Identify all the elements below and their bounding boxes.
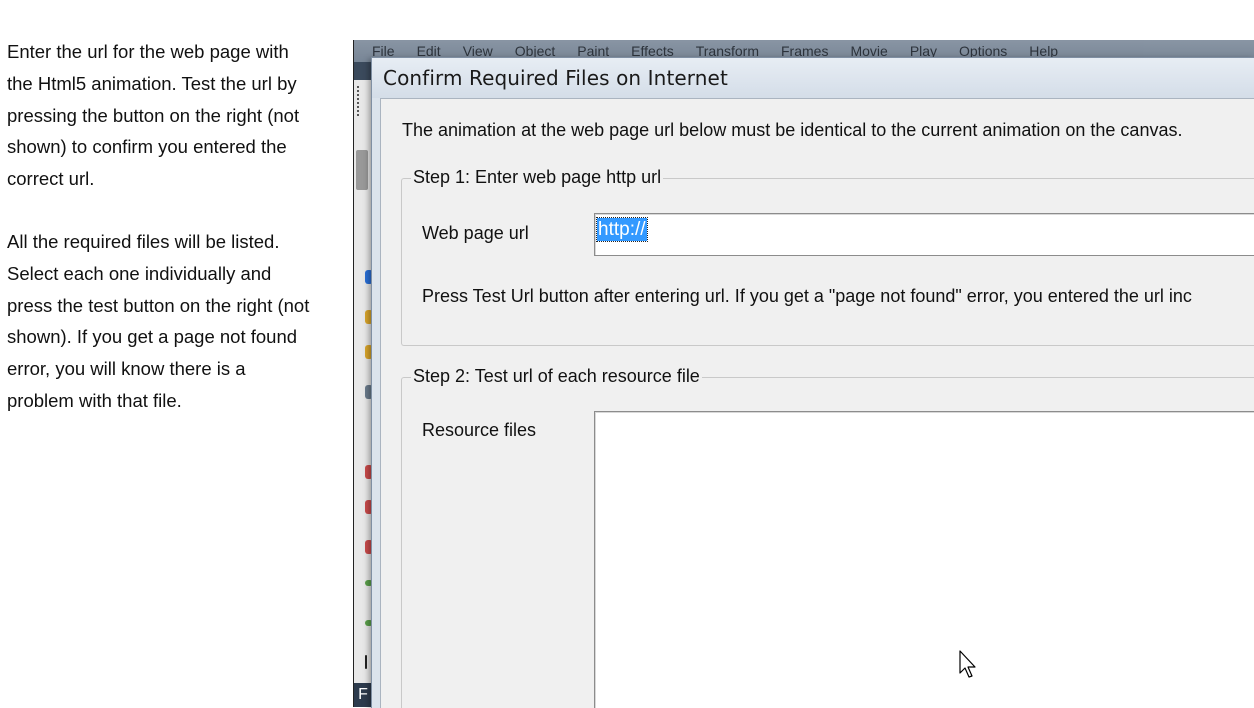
instructions-panel: Enter the url for the web page with the … bbox=[7, 36, 342, 448]
grip-handle-icon[interactable] bbox=[357, 86, 369, 116]
step1-legend: Step 1: Enter web page http url bbox=[411, 167, 664, 188]
step1-group: Step 1: Enter web page http url Web page… bbox=[401, 167, 1254, 346]
url-input-value[interactable]: http:// bbox=[596, 217, 648, 242]
tool-strip-scrollbar[interactable] bbox=[356, 150, 368, 190]
confirm-files-dialog: Confirm Required Files on Internet The a… bbox=[371, 57, 1254, 708]
url-input[interactable]: http:// bbox=[594, 213, 1254, 256]
dialog-title: Confirm Required Files on Internet bbox=[383, 66, 728, 90]
mouse-pointer-icon bbox=[959, 650, 976, 678]
status-letter: F bbox=[354, 683, 372, 707]
resource-files-label: Resource files bbox=[422, 420, 537, 440]
test-url-hint: Press Test Url button after entering url… bbox=[422, 286, 1192, 306]
dialog-intro-text: The animation at the web page url below … bbox=[402, 120, 1183, 140]
instructions-paragraph-2: All the required files will be listed. S… bbox=[7, 230, 310, 411]
tool-icon[interactable] bbox=[365, 655, 367, 669]
url-label: Web page url bbox=[422, 223, 529, 243]
instructions-paragraph-1: Enter the url for the web page with the … bbox=[7, 41, 300, 190]
dialog-titlebar[interactable]: Confirm Required Files on Internet bbox=[372, 58, 1254, 98]
resource-files-list[interactable] bbox=[594, 411, 1254, 708]
step2-legend: Step 2: Test url of each resource file bbox=[411, 366, 702, 387]
dialog-body: The animation at the web page url below … bbox=[380, 98, 1254, 708]
step2-group: Step 2: Test url of each resource file R… bbox=[401, 366, 1254, 708]
